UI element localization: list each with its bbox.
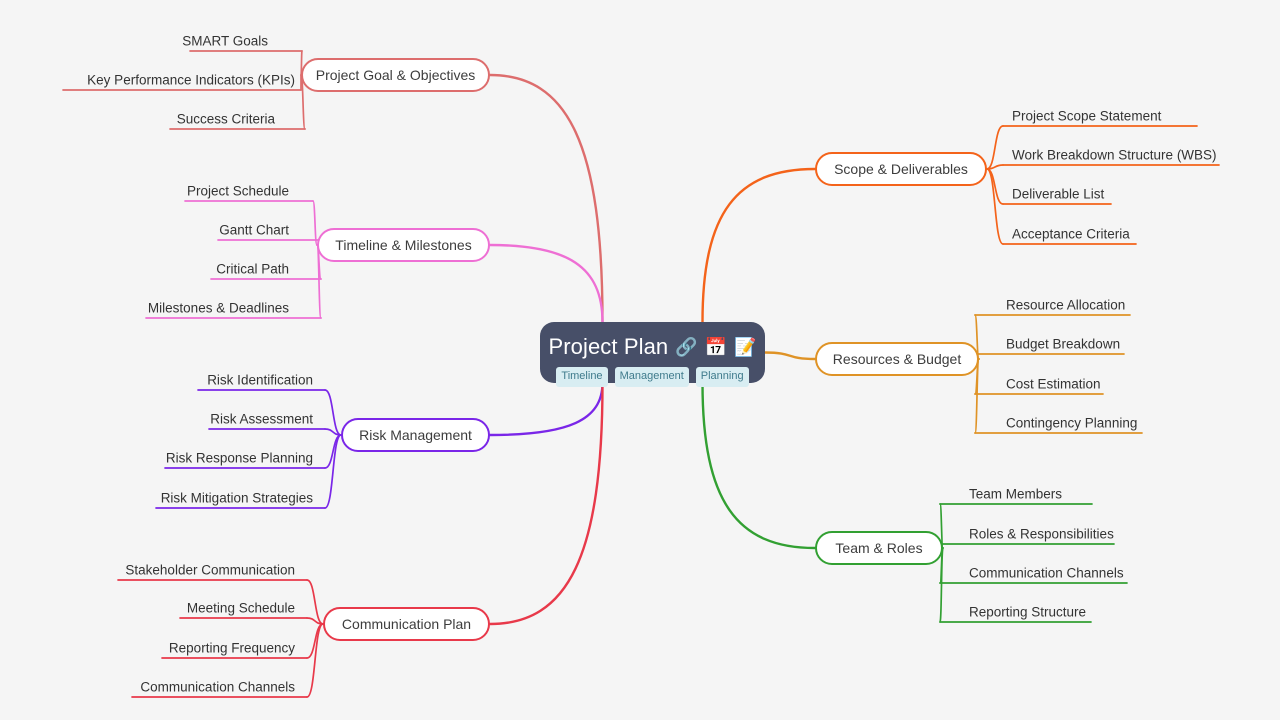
leaf-node[interactable]: Key Performance Indicators (KPIs) [87, 73, 295, 87]
leaf-node[interactable]: Gantt Chart [219, 223, 289, 237]
leaf-node[interactable]: Milestones & Deadlines [148, 301, 289, 315]
leaf-node[interactable]: Budget Breakdown [1006, 337, 1120, 351]
branch-node-team-roles[interactable]: Team & Roles [815, 531, 943, 565]
branch-node-label: Communication Plan [341, 616, 472, 632]
leaf-node[interactable]: Deliverable List [1012, 187, 1104, 201]
branch-node-resources-budget[interactable]: Resources & Budget [815, 342, 979, 376]
calendar-emoji: 📅 [704, 337, 728, 357]
leaf-node[interactable]: Meeting Schedule [187, 601, 295, 615]
leaf-node[interactable]: Reporting Structure [969, 605, 1086, 619]
branch-node-label: Team & Roles [835, 540, 923, 556]
leaf-node[interactable]: Project Schedule [187, 184, 289, 198]
tag-planning[interactable]: Planning [695, 367, 749, 387]
tag-management[interactable]: Management [614, 367, 689, 387]
leaf-node[interactable]: Reporting Frequency [169, 641, 295, 655]
leaf-node[interactable]: Risk Response Planning [166, 451, 313, 465]
branch-node-timeline-milestones[interactable]: Timeline & Milestones [317, 228, 490, 262]
leaf-node[interactable]: Contingency Planning [1006, 416, 1137, 430]
leaf-node[interactable]: Team Members [969, 487, 1062, 501]
leaf-node[interactable]: Risk Identification [207, 373, 313, 387]
leaf-node[interactable]: SMART Goals [182, 34, 268, 48]
leaf-node[interactable]: Work Breakdown Structure (WBS) [1012, 148, 1217, 162]
branch-node-label: Project Goal & Objectives [315, 67, 476, 83]
memo-emoji: 📝 [734, 337, 757, 357]
branch-node-label: Scope & Deliverables [834, 161, 968, 177]
leaf-node[interactable]: Roles & Responsibilities [969, 527, 1114, 541]
branch-node-risk-management[interactable]: Risk Management [341, 418, 490, 452]
branch-node-label: Risk Management [359, 427, 472, 443]
branch-node-communication-plan[interactable]: Communication Plan [323, 607, 490, 641]
central-node[interactable]: Project Plan 🔗 📅 📝 Timeline Management P… [540, 322, 765, 387]
branch-node-project-goal-objectives[interactable]: Project Goal & Objectives [301, 58, 490, 92]
mindmap-canvas: Project Plan 🔗 📅 📝 Timeline Management P… [0, 0, 1280, 720]
leaf-node[interactable]: Success Criteria [177, 112, 275, 126]
leaf-node[interactable]: Communication Channels [969, 566, 1124, 580]
leaf-node[interactable]: Communication Channels [140, 680, 295, 694]
link-emoji: 🔗 [675, 337, 698, 357]
leaf-node[interactable]: Stakeholder Communication [125, 563, 295, 577]
leaf-node[interactable]: Acceptance Criteria [1012, 227, 1130, 241]
tag-timeline[interactable]: Timeline [556, 367, 608, 387]
branch-node-label: Resources & Budget [832, 351, 962, 367]
central-node-tags: Timeline Management Planning [556, 367, 749, 387]
central-node-title: Project Plan [548, 334, 669, 359]
leaf-node[interactable]: Project Scope Statement [1012, 109, 1161, 123]
branch-node-scope-deliverables[interactable]: Scope & Deliverables [815, 152, 987, 186]
branch-node-label: Timeline & Milestones [335, 237, 472, 253]
leaf-node[interactable]: Cost Estimation [1006, 377, 1101, 391]
leaf-node[interactable]: Risk Mitigation Strategies [161, 491, 313, 505]
leaf-node[interactable]: Resource Allocation [1006, 298, 1125, 312]
central-node-title-row: Project Plan 🔗 📅 📝 [548, 334, 756, 360]
leaf-node[interactable]: Risk Assessment [210, 412, 313, 426]
leaf-node[interactable]: Critical Path [216, 262, 289, 276]
